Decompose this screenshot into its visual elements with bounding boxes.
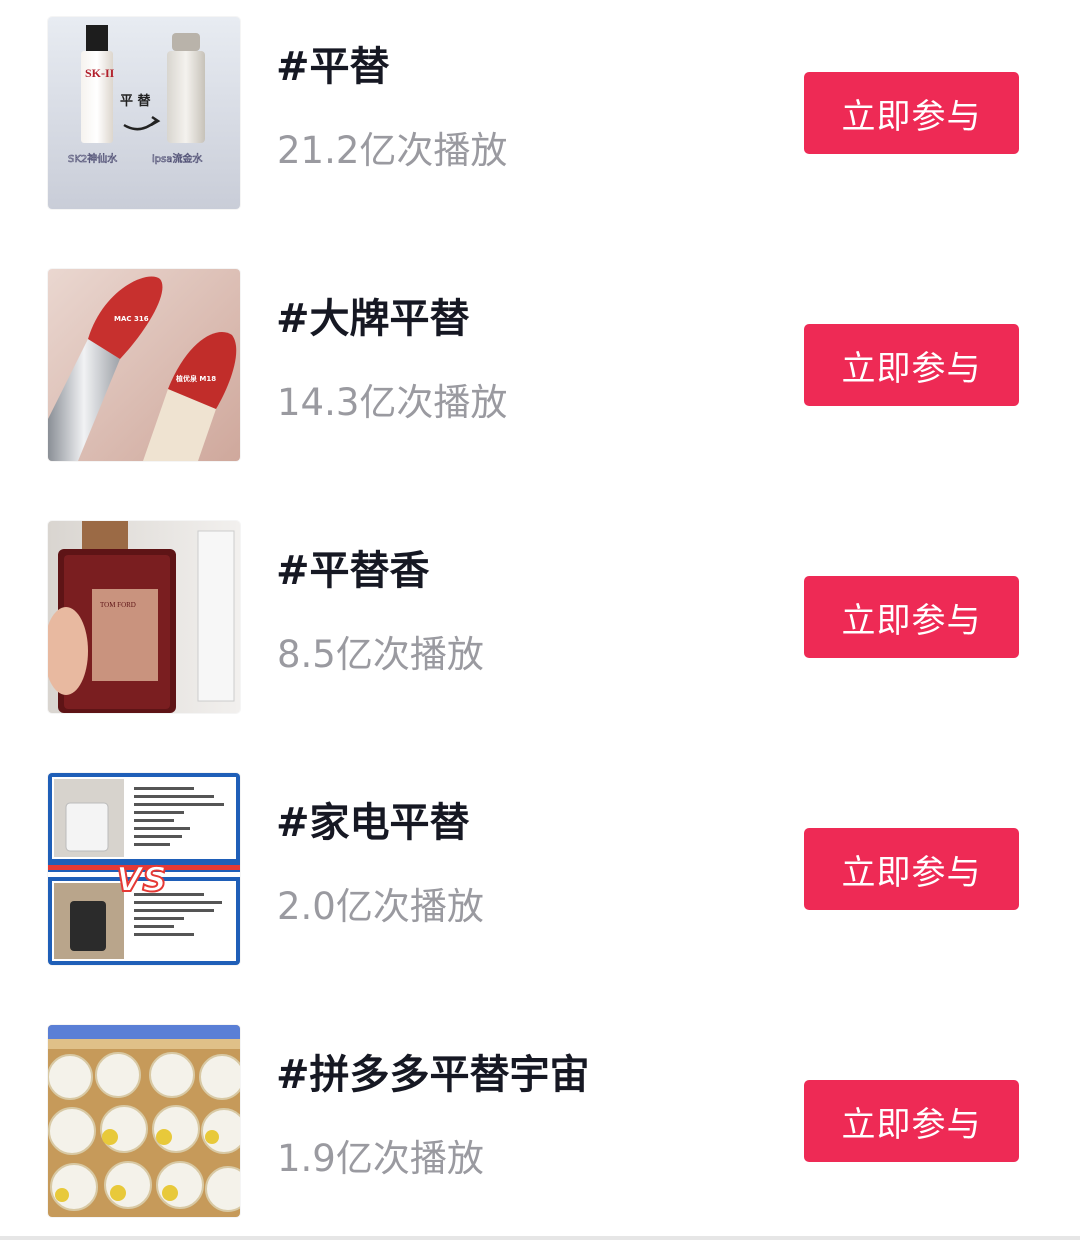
topic-list: SK-II 平 替 SK2神仙水 ipsa流金水 #平替 21.2亿次播放 立即…	[0, 0, 1080, 1240]
join-button[interactable]: 立即参与	[804, 324, 1019, 406]
perfume-bottle-image: TOM FORD	[48, 521, 240, 713]
svg-text:MAC 316: MAC 316	[114, 315, 149, 323]
coconut-box-image	[48, 1025, 240, 1217]
topic-title[interactable]: #平替香	[276, 547, 430, 595]
svg-text:SK2神仙水: SK2神仙水	[68, 152, 117, 165]
topic-title[interactable]: #平替	[276, 43, 390, 91]
svg-text:TOM FORD: TOM FORD	[100, 601, 136, 609]
svg-text:植优泉 M18: 植优泉 M18	[175, 374, 216, 383]
divider	[0, 1236, 1080, 1240]
svg-text:ipsa流金水: ipsa流金水	[152, 152, 202, 165]
topic-row[interactable]: SK-II 平 替 SK2神仙水 ipsa流金水 #平替 21.2亿次播放 立即…	[0, 17, 1080, 209]
topic-thumbnail[interactable]: MAC 316 植优泉 M18	[48, 269, 240, 461]
svg-text:VS: VS	[116, 860, 167, 900]
lipstick-image: MAC 316 植优泉 M18	[48, 269, 240, 461]
skincare-bottles-image: SK-II 平 替 SK2神仙水 ipsa流金水	[48, 17, 240, 209]
svg-text:SK-II: SK-II	[85, 66, 115, 80]
appliance-comparison-image: VS	[48, 773, 240, 965]
topic-title[interactable]: #大牌平替	[276, 295, 470, 343]
play-count: 21.2亿次播放	[277, 129, 508, 172]
topic-row[interactable]: TOM FORD #平替香 8.5亿次播放 立即参与	[0, 521, 1080, 713]
svg-text:平 替: 平 替	[120, 93, 152, 109]
join-button[interactable]: 立即参与	[804, 576, 1019, 658]
topic-row[interactable]: VS #家电平替 2.0亿次播放 立即参与	[0, 773, 1080, 965]
play-count: 14.3亿次播放	[277, 381, 508, 424]
topic-thumbnail[interactable]: SK-II 平 替 SK2神仙水 ipsa流金水	[48, 17, 240, 209]
play-count: 2.0亿次播放	[277, 885, 484, 928]
join-button[interactable]: 立即参与	[804, 1080, 1019, 1162]
topic-row[interactable]: #拼多多平替宇宙 1.9亿次播放 立即参与	[0, 1025, 1080, 1217]
topic-thumbnail[interactable]: VS	[48, 773, 240, 965]
topic-thumbnail[interactable]: TOM FORD	[48, 521, 240, 713]
join-button[interactable]: 立即参与	[804, 828, 1019, 910]
topic-title[interactable]: #家电平替	[276, 799, 470, 847]
play-count: 1.9亿次播放	[277, 1137, 484, 1180]
topic-thumbnail[interactable]	[48, 1025, 240, 1217]
topic-row[interactable]: MAC 316 植优泉 M18 #大牌平替 14.3亿次播放 立即参与	[0, 269, 1080, 461]
topic-title[interactable]: #拼多多平替宇宙	[276, 1051, 590, 1099]
join-button[interactable]: 立即参与	[804, 72, 1019, 154]
play-count: 8.5亿次播放	[277, 633, 484, 676]
